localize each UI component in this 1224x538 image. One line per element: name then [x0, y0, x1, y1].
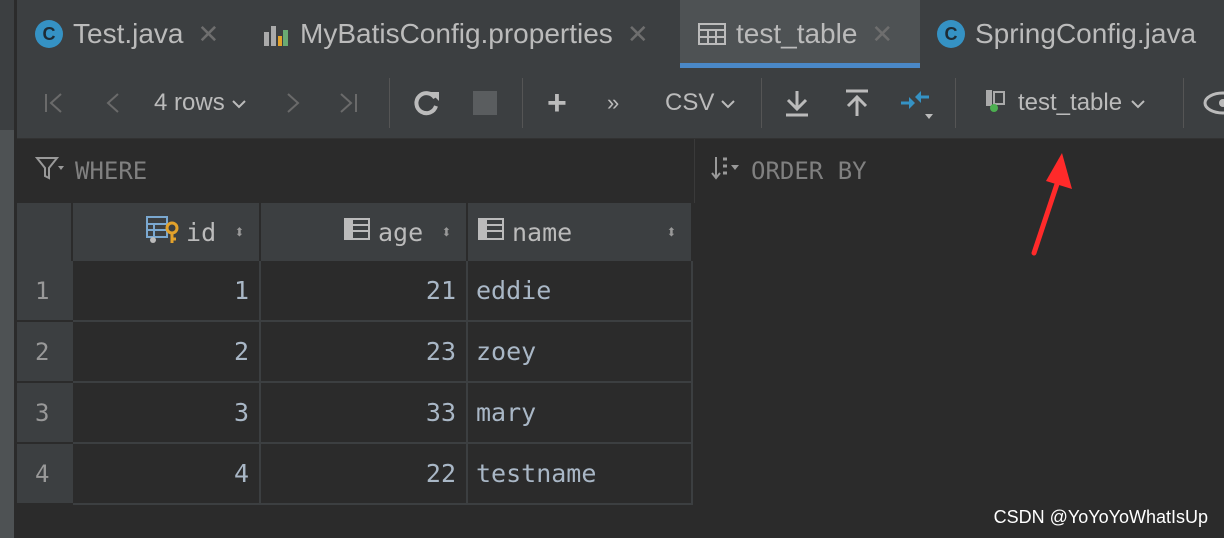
row-number[interactable]: 4 [17, 444, 73, 505]
table-icon [698, 20, 726, 48]
column-header-label: id [186, 217, 217, 247]
chevron-down-icon [720, 89, 736, 117]
refresh-icon[interactable] [411, 68, 441, 138]
sort-toggle-icon[interactable]: ⬍ [234, 222, 245, 243]
row-number[interactable]: 3 [17, 383, 73, 444]
table-cell-age[interactable]: 23 [261, 322, 468, 383]
toolbar-separator [955, 78, 956, 128]
next-page-icon[interactable] [285, 68, 301, 138]
datasource-icon [982, 86, 1010, 121]
rows-dropdown[interactable]: 4 rows [154, 68, 247, 138]
column-header-id[interactable]: id ⬍ [73, 203, 261, 261]
column-header-label: age [378, 217, 424, 247]
toolbar-separator [389, 78, 390, 128]
download-icon[interactable] [783, 68, 811, 138]
java-class-icon: C [35, 20, 63, 48]
java-class-icon: C [937, 20, 965, 48]
tab-label: SpringConfig.java [975, 18, 1197, 49]
toolbar-separator [761, 78, 762, 128]
format-dropdown[interactable]: CSV [665, 68, 736, 138]
table-cell-id[interactable]: 3 [73, 383, 261, 444]
tab-springconfig-java[interactable]: C SpringConfig.java [937, 0, 1196, 68]
compare-icon[interactable] [897, 68, 935, 138]
chevron-down-icon [231, 89, 247, 117]
filter-icon [34, 156, 65, 186]
column-header-name[interactable]: name ⬍ [468, 203, 693, 261]
add-row-icon[interactable]: + [547, 68, 567, 138]
more-actions-button[interactable]: » [607, 68, 619, 138]
toolbar-separator [522, 78, 523, 128]
last-page-icon[interactable] [337, 68, 359, 138]
orderby-filter[interactable]: ORDER BY [711, 139, 867, 203]
tab-test-table[interactable]: test_table ✕ [680, 0, 920, 68]
table-cell-age[interactable]: 21 [261, 261, 468, 322]
gutter-bar [0, 130, 14, 538]
row-number[interactable]: 2 [17, 322, 73, 383]
table-cell-name[interactable]: mary [468, 383, 693, 444]
primary-key-column-icon [146, 214, 180, 250]
sort-toggle-icon[interactable]: ⬍ [441, 222, 452, 243]
left-gutter [0, 0, 14, 538]
table-cell-age[interactable]: 22 [261, 444, 468, 505]
tab-mybatis-properties[interactable]: MyBatisConfig.properties ✕ [262, 0, 649, 68]
tab-label: test_table [736, 18, 858, 49]
stop-icon[interactable] [473, 68, 497, 138]
table-cell-id[interactable]: 4 [73, 444, 261, 505]
editor-tab-bar: C Test.java ✕ MyBatisConfig.properties ✕ [17, 0, 1224, 68]
table-selector-dropdown[interactable]: test_table [982, 68, 1146, 138]
format-label: CSV [665, 89, 715, 116]
table-cell-id[interactable]: 2 [73, 322, 261, 383]
row-number[interactable]: 1 [17, 261, 73, 322]
editor-area: C Test.java ✕ MyBatisConfig.properties ✕ [17, 0, 1224, 538]
tab-label: MyBatisConfig.properties [300, 18, 613, 49]
column-icon [478, 217, 504, 247]
annotation-arrow-icon [1031, 153, 1072, 256]
upload-icon[interactable] [843, 68, 871, 138]
rows-label: 4 rows [154, 89, 225, 116]
chevron-down-icon [1130, 89, 1146, 117]
where-label: WHERE [75, 157, 148, 185]
close-icon[interactable]: ✕ [871, 19, 893, 50]
column-header-label: name [512, 217, 573, 247]
data-editor-toolbar: 4 rows + » CSV test_table [17, 68, 1224, 139]
sort-order-icon [711, 155, 741, 187]
sort-toggle-icon[interactable]: ⬍ [666, 222, 677, 243]
table-cell-id[interactable]: 1 [73, 261, 261, 322]
column-icon [344, 217, 370, 247]
tab-label: Test.java [73, 18, 184, 49]
filter-divider [694, 139, 695, 203]
watermark: CSDN @YoYoYoWhatIsUp [993, 507, 1208, 527]
close-icon[interactable]: ✕ [627, 19, 649, 50]
row-number-header [17, 203, 73, 261]
table-cell-age[interactable]: 33 [261, 383, 468, 444]
tab-test-java[interactable]: C Test.java ✕ [35, 0, 219, 68]
first-page-icon[interactable] [43, 68, 65, 138]
table-selector-label: test_table [1018, 89, 1123, 116]
column-header-age[interactable]: age ⬍ [261, 203, 468, 261]
where-filter[interactable]: WHERE [34, 139, 148, 203]
table-cell-name[interactable]: testname [468, 444, 693, 505]
properties-file-icon [262, 20, 290, 48]
table-cell-name[interactable]: zoey [468, 322, 693, 383]
orderby-label: ORDER BY [751, 157, 867, 185]
table-cell-name[interactable]: eddie [468, 261, 693, 322]
prev-page-icon[interactable] [105, 68, 121, 138]
view-icon[interactable] [1203, 68, 1224, 138]
toolbar-separator [1183, 78, 1184, 128]
close-icon[interactable]: ✕ [198, 19, 220, 50]
